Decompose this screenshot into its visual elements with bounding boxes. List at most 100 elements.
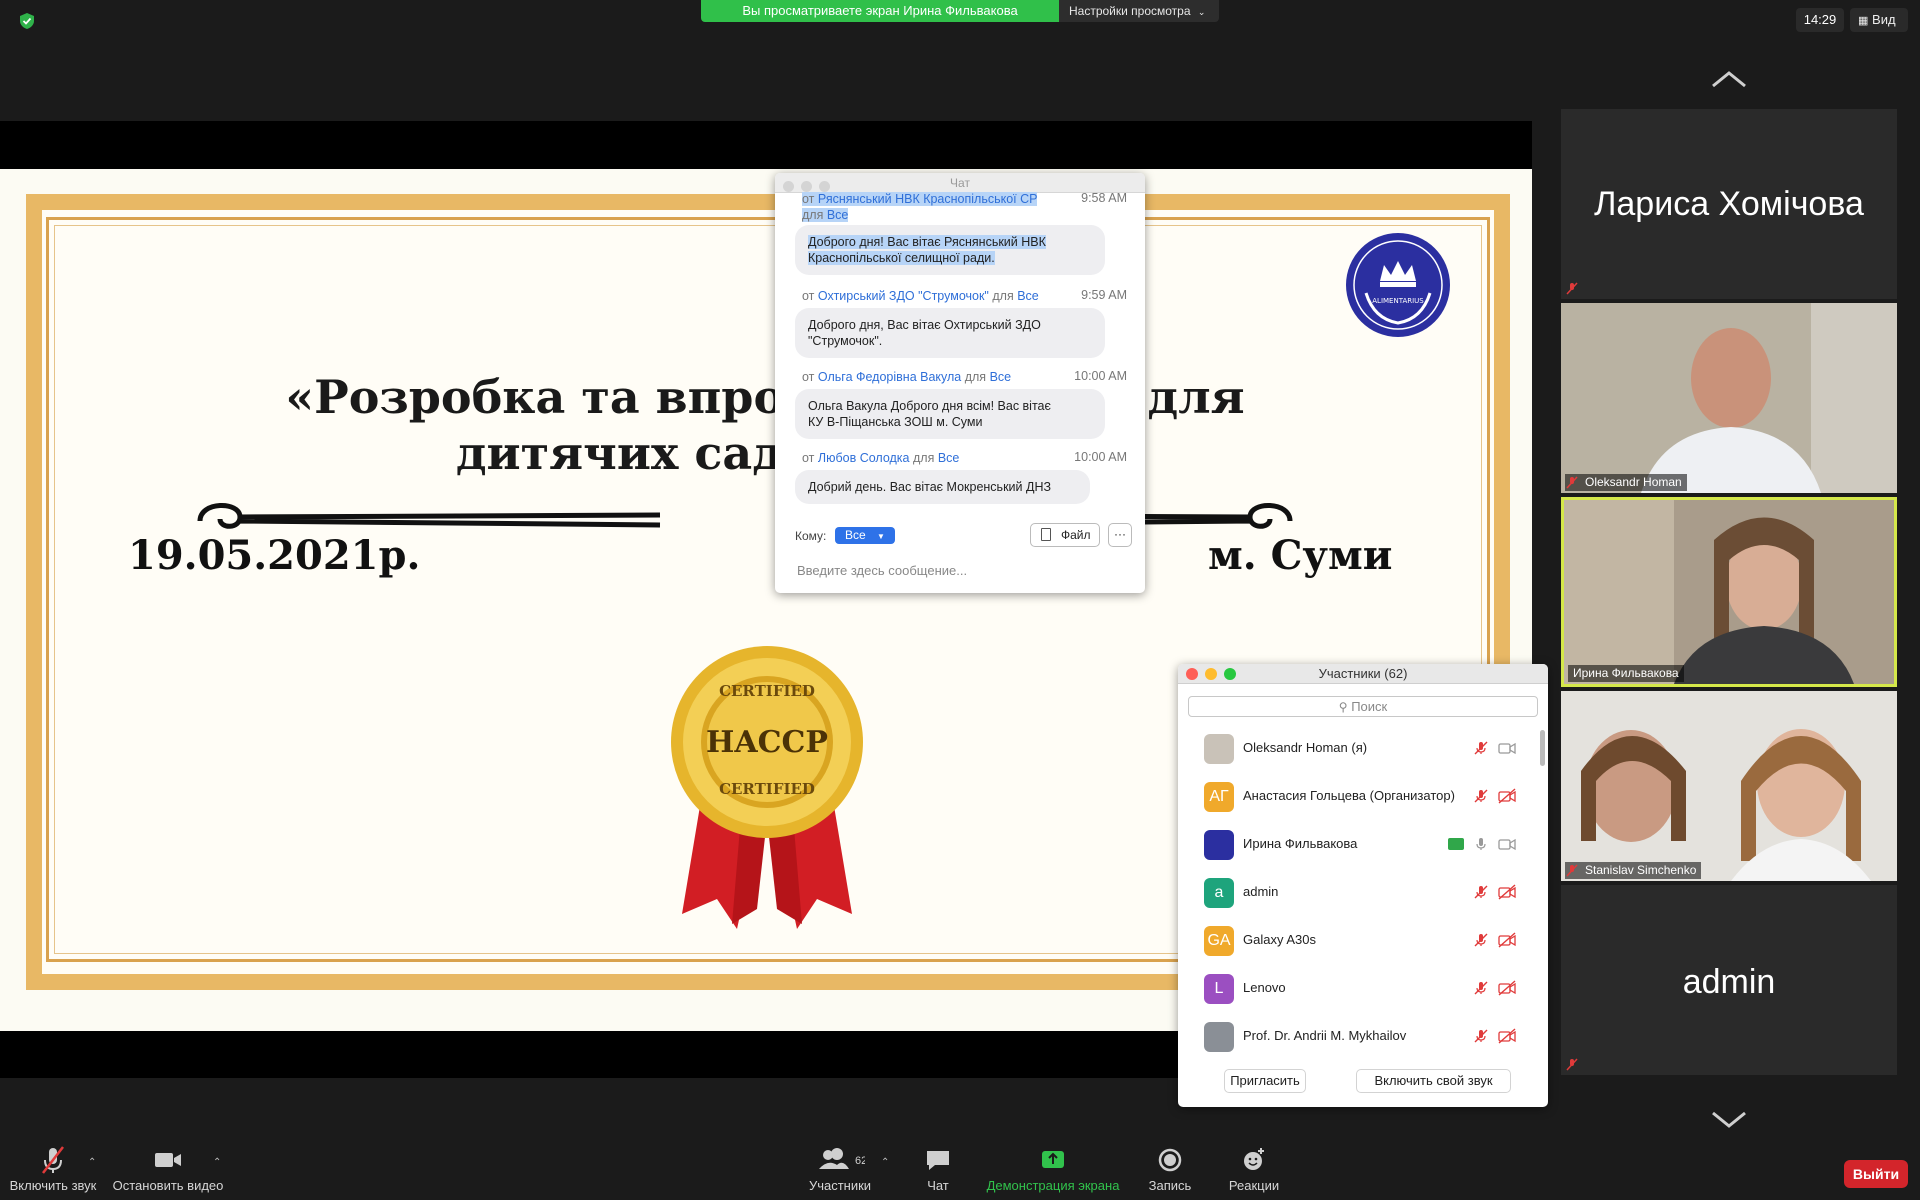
video-tile[interactable]: Лариса Хомічова bbox=[1561, 109, 1897, 299]
participants-count: 62 bbox=[855, 1155, 865, 1167]
participant-row[interactable]: Ирина Фильвакова bbox=[1178, 820, 1538, 868]
muted-microphone-icon bbox=[42, 1146, 64, 1174]
video-off-icon[interactable] bbox=[1498, 1028, 1516, 1044]
view-button-label: Вид bbox=[1872, 12, 1896, 27]
recipient-link[interactable]: Все bbox=[938, 451, 960, 465]
recipient-link[interactable]: Все bbox=[990, 370, 1012, 384]
gallery-down-arrow-icon[interactable] bbox=[1710, 1108, 1748, 1130]
video-off-icon[interactable] bbox=[1498, 980, 1516, 996]
sender-link[interactable]: Ряснянський НВК Краснопільської СР bbox=[818, 192, 1038, 206]
to-prefix: для bbox=[802, 208, 824, 222]
invite-button[interactable]: Пригласить bbox=[1224, 1069, 1306, 1093]
chat-message-meta: от Ряснянський НВК Краснопільської СР дл… bbox=[802, 191, 1038, 223]
zoom-window: Вы просматриваете экран Ирина Фильвакова… bbox=[0, 0, 1920, 1200]
participants-title-bar[interactable]: Участники (62) bbox=[1178, 664, 1548, 684]
participant-name-large: Лариса Хомічова bbox=[1594, 185, 1864, 223]
participants-button[interactable]: 62 Участники bbox=[800, 1143, 880, 1200]
record-label: Запись bbox=[1148, 1178, 1192, 1193]
chat-message-meta: от Ольга Федорівна Вакула для Все bbox=[802, 369, 1011, 385]
leave-button[interactable]: Выйти bbox=[1844, 1160, 1908, 1188]
muted-mic-icon[interactable] bbox=[1473, 932, 1489, 948]
chat-message-bubble[interactable]: Доброго дня, Вас вітає Охтирський ЗДО "С… bbox=[795, 308, 1105, 358]
zoom-dot-icon[interactable] bbox=[1224, 668, 1236, 680]
viewing-screen-banner: Вы просматриваете экран Ирина Фильвакова bbox=[701, 0, 1059, 22]
participants-scrollbar[interactable] bbox=[1540, 730, 1545, 766]
chat-message-input[interactable]: Введите здесь сообщение... bbox=[797, 563, 967, 578]
chat-more-button[interactable]: ··· bbox=[1108, 523, 1132, 547]
search-placeholder: Поиск bbox=[1351, 699, 1388, 714]
unmute-label: Включить звук bbox=[9, 1178, 97, 1193]
muted-mic-icon[interactable] bbox=[1473, 740, 1489, 756]
minimize-dot-icon[interactable] bbox=[1205, 668, 1217, 680]
participant-row[interactable]: GA Galaxy A30s bbox=[1178, 916, 1538, 964]
security-shield-icon[interactable] bbox=[18, 12, 36, 30]
chat-button[interactable]: Чат bbox=[910, 1143, 966, 1200]
participant-row[interactable]: Oleksandr Homan (я) bbox=[1178, 724, 1538, 772]
muted-mic-icon bbox=[1566, 476, 1578, 489]
muted-mic-icon bbox=[1566, 282, 1578, 295]
recipient-select[interactable]: Все ▼ bbox=[835, 527, 895, 544]
share-screen-button[interactable]: Демонстрация экрана bbox=[980, 1143, 1126, 1200]
video-tile[interactable]: Stanislav Simchenko bbox=[1561, 691, 1897, 881]
share-screen-icon bbox=[1042, 1151, 1064, 1168]
close-dot-icon[interactable] bbox=[1186, 668, 1198, 680]
sender-link[interactable]: Охтирський ЗДО "Струмочок" bbox=[818, 289, 989, 303]
file-button[interactable]: Файл bbox=[1030, 523, 1100, 547]
video-tile[interactable]: admin bbox=[1561, 885, 1897, 1075]
close-dot-icon[interactable] bbox=[783, 181, 794, 192]
gallery-up-arrow-icon[interactable] bbox=[1710, 68, 1748, 90]
muted-mic-icon[interactable] bbox=[1473, 1028, 1489, 1044]
participant-name: Lenovo bbox=[1243, 980, 1286, 995]
view-button[interactable]: ▦ Вид bbox=[1850, 8, 1908, 32]
participants-search-input[interactable]: ⚲ Поиск bbox=[1188, 696, 1538, 717]
recipient-link[interactable]: Все bbox=[827, 208, 849, 222]
chat-window[interactable]: Чат от Ряснянський НВК Краснопільської С… bbox=[775, 173, 1145, 593]
chat-message-text: Доброго дня! Вас вітає Ряснянський НВК bbox=[808, 235, 1046, 249]
participant-video-icon bbox=[1564, 500, 1894, 684]
people-icon: 62 bbox=[819, 1148, 865, 1169]
video-options-caret-icon[interactable]: ⌃ bbox=[213, 1157, 221, 1168]
stop-video-button[interactable]: Остановить видео bbox=[112, 1143, 224, 1200]
search-icon: ⚲ bbox=[1338, 700, 1348, 714]
video-off-icon[interactable] bbox=[1498, 788, 1516, 804]
chat-message-bubble[interactable]: Добрий день. Вас вітає Мокренський ДНЗ bbox=[795, 470, 1090, 504]
reactions-button[interactable]: Реакции bbox=[1222, 1143, 1286, 1200]
unmute-self-button[interactable]: Включить свой звук bbox=[1356, 1069, 1511, 1093]
participant-row[interactable]: L Lenovo bbox=[1178, 964, 1538, 1012]
video-tile[interactable]: Oleksandr Homan bbox=[1561, 303, 1897, 493]
audio-options-caret-icon[interactable]: ⌃ bbox=[88, 1157, 96, 1168]
unmute-button[interactable]: Включить звук bbox=[8, 1143, 98, 1200]
participants-list: Oleksandr Homan (я) АГ Анастасия Гольцева … bbox=[1178, 724, 1538, 1052]
sender-link[interactable]: Ольга Федорівна Вакула bbox=[818, 370, 961, 384]
sender-link[interactable]: Любов Солодка bbox=[818, 451, 910, 465]
chat-title-bar[interactable]: Чат bbox=[775, 173, 1145, 193]
recipient-link[interactable]: Все bbox=[1017, 289, 1039, 303]
participant-name: Oleksandr Homan (я) bbox=[1243, 740, 1368, 755]
chat-message-text: КУ В-Піщанська ЗОШ м. Суми bbox=[808, 415, 983, 429]
participant-row[interactable]: АГ Анастасия Гольцева (Организатор) bbox=[1178, 772, 1538, 820]
participants-window[interactable]: Участники (62) ⚲ Поиск Oleksandr Homan (… bbox=[1178, 664, 1548, 1107]
view-options-dropdown[interactable]: Настройки просмотра ⌄ bbox=[1059, 0, 1219, 22]
microphone-icon[interactable] bbox=[1473, 836, 1489, 852]
chat-label: Чат bbox=[927, 1178, 949, 1193]
record-button[interactable]: Запись bbox=[1140, 1143, 1200, 1200]
muted-mic-icon[interactable] bbox=[1473, 788, 1489, 804]
emoji-reaction-icon bbox=[1244, 1148, 1264, 1170]
participants-options-caret-icon[interactable]: ⌃ bbox=[881, 1157, 889, 1168]
chat-message-meta: от Любов Солодка для Все bbox=[802, 450, 959, 466]
chat-message-bubble[interactable]: Доброго дня! Вас вітає Ряснянський НВК К… bbox=[795, 225, 1105, 275]
video-off-icon[interactable] bbox=[1498, 932, 1516, 948]
muted-mic-icon[interactable] bbox=[1473, 980, 1489, 996]
participant-row[interactable]: a admin bbox=[1178, 868, 1538, 916]
view-options-label: Настройки просмотра bbox=[1069, 4, 1191, 18]
chat-title: Чат bbox=[950, 176, 970, 190]
muted-mic-icon[interactable] bbox=[1473, 884, 1489, 900]
chat-message-bubble[interactable]: Ольга Вакула Доброго дня всім! Вас вітає… bbox=[795, 389, 1105, 439]
video-camera-icon[interactable] bbox=[1498, 836, 1516, 852]
video-tile-active-speaker[interactable]: Ирина Фильвакова bbox=[1561, 497, 1897, 687]
participant-name: Prof. Dr. Andrii M. Mykhailov bbox=[1243, 1028, 1407, 1043]
participant-row[interactable]: Prof. Dr. Andrii M. Mykhailov bbox=[1178, 1012, 1538, 1052]
video-camera-icon[interactable] bbox=[1498, 740, 1516, 756]
chat-message-time: 9:59 AM bbox=[1081, 288, 1127, 302]
video-off-icon[interactable] bbox=[1498, 884, 1516, 900]
